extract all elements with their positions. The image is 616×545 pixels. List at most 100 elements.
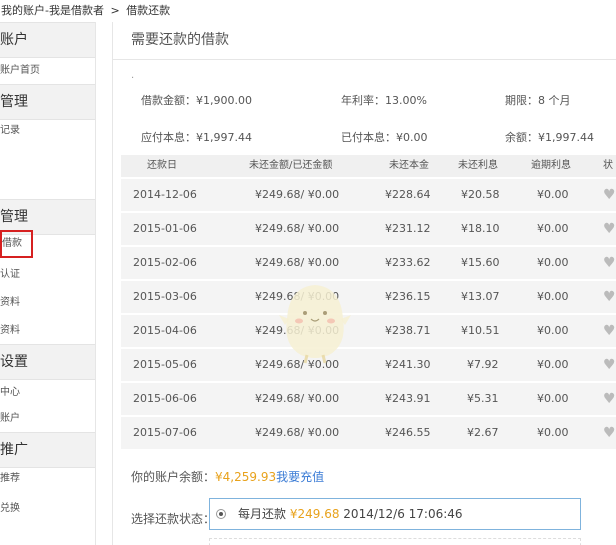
sidebar-item-referral[interactable]: 推荐 [0, 468, 95, 490]
breadcrumb-current: 借款还款 [126, 4, 171, 17]
cell-overdue: ¥0.00 [537, 392, 569, 405]
cell-date: 2015-01-06 [133, 222, 197, 235]
cell-date: 2015-07-06 [133, 426, 197, 439]
table-row: 2015-01-06 ¥249.68/ ¥0.00 ¥231.12 ¥18.10… [121, 213, 616, 245]
breadcrumb-separator: > [110, 4, 120, 17]
repayment-table-header: 还款日 未还金额/已还金额 未还本金 未还利息 逾期利息 状 [121, 155, 616, 177]
sidebar-section-manage-1[interactable]: 管理 [0, 84, 95, 120]
table-row: 2015-02-06 ¥249.68/ ¥0.00 ¥233.62 ¥15.60… [121, 247, 616, 279]
heart-icon[interactable]: ♥ [603, 358, 616, 372]
sidebar-section-account[interactable]: 账户 [0, 22, 95, 58]
cell-date: 2015-06-06 [133, 392, 197, 405]
cell-interest: ¥10.51 [461, 324, 500, 337]
cell-interest: ¥5.31 [467, 392, 499, 405]
heart-icon[interactable]: ♥ [603, 222, 616, 236]
cell-date: 2014-12-06 [133, 188, 197, 201]
main-panel: 需要还款的借款 . 借款金额：¥1,900.00 年利率：13.00% 期限：8… [112, 22, 616, 545]
sidebar-section-promotion[interactable]: 推广 [0, 432, 95, 468]
repay-option-label: 每月还款 [238, 507, 287, 521]
balance-label: 你的账户余额： [131, 470, 216, 484]
sidebar-item-exchange[interactable]: 兑换 [0, 498, 95, 520]
heart-icon[interactable]: ♥ [603, 256, 616, 270]
table-row: 2014-12-06 ¥249.68/ ¥0.00 ¥228.64 ¥20.58… [121, 179, 616, 211]
repay-status-label: 选择还款状态： [131, 512, 216, 526]
cell-date: 2015-03-06 [133, 290, 197, 303]
cell-principal: ¥241.30 [385, 358, 431, 371]
table-row: 2015-06-06 ¥249.68/ ¥0.00 ¥243.91 ¥5.31 … [121, 383, 616, 415]
cell-amount: ¥249.68/ ¥0.00 [255, 256, 340, 269]
cell-interest: ¥13.07 [461, 290, 500, 303]
cell-principal: ¥233.62 [385, 256, 431, 269]
dashed-box [209, 538, 581, 545]
cell-amount: ¥249.68/ ¥0.00 [255, 426, 340, 439]
cell-principal: ¥231.12 [385, 222, 431, 235]
cell-interest: ¥20.58 [461, 188, 500, 201]
th-status: 状 [603, 160, 613, 171]
table-row: 2015-07-06 ¥249.68/ ¥0.00 ¥246.55 ¥2.67 … [121, 417, 616, 449]
cell-principal: ¥238.71 [385, 324, 431, 337]
heart-icon[interactable]: ♥ [603, 426, 616, 440]
decor-dot: . [131, 70, 135, 81]
recharge-link[interactable]: 我要充值 [276, 470, 324, 484]
info-paid: 已付本息：¥0.00 [341, 131, 428, 144]
cell-interest: ¥15.60 [461, 256, 500, 269]
repay-option-datetime: 2014/12/6 17:06:46 [343, 507, 463, 521]
sidebar-item-profile-1[interactable]: 资料 [0, 292, 95, 314]
info-annual-rate: 年利率：13.00% [341, 94, 427, 107]
cell-date: 2015-04-06 [133, 324, 197, 337]
cell-amount: ¥249.68/ ¥0.00 [255, 358, 340, 371]
info-term: 期限：8 个月 [505, 94, 571, 107]
sidebar-item-loan-repay[interactable]: 借款 [0, 230, 33, 258]
cell-overdue: ¥0.00 [537, 256, 569, 269]
cell-overdue: ¥0.00 [537, 426, 569, 439]
sidebar: 账户 账户首页 管理 记录 管理 借款 认证 资料 资料 设置 中心 账户 推广… [0, 22, 96, 545]
th-unpaid-principal: 未还本金 [389, 160, 429, 171]
info-total-due: 应付本息：¥1,997.44 [141, 131, 252, 144]
sidebar-section-settings[interactable]: 设置 [0, 344, 95, 380]
cell-date: 2015-02-06 [133, 256, 197, 269]
heart-icon[interactable]: ♥ [603, 188, 616, 202]
cell-overdue: ¥0.00 [537, 358, 569, 371]
breadcrumb: 我的账户-我是借款者 > 借款还款 [0, 0, 616, 22]
cell-principal: ¥236.15 [385, 290, 431, 303]
cell-interest: ¥7.92 [467, 358, 499, 371]
th-due-date: 还款日 [147, 160, 177, 171]
cell-date: 2015-05-06 [133, 358, 197, 371]
th-unpaid-interest: 未还利息 [458, 160, 498, 171]
breadcrumb-parent[interactable]: 我的账户-我是借款者 [1, 4, 104, 17]
info-remaining: 余额：¥1,997.44 [505, 131, 594, 144]
cell-amount: ¥249.68/ ¥0.00 [255, 222, 340, 235]
cell-principal: ¥243.91 [385, 392, 431, 405]
repay-option-monthly[interactable]: 每月还款 ¥249.68 2014/12/6 17:06:46 [209, 498, 581, 530]
heart-icon[interactable]: ♥ [603, 324, 616, 338]
heart-icon[interactable]: ♥ [603, 290, 616, 304]
cell-amount: ¥249.68/ ¥0.00 [255, 290, 340, 303]
cell-overdue: ¥0.00 [537, 188, 569, 201]
repay-option-amount: ¥249.68 [289, 507, 340, 521]
account-balance: 你的账户余额：¥4,259.93我要充值 [131, 468, 324, 485]
sidebar-item-account-home[interactable]: 账户首页 [0, 60, 95, 82]
th-unpaid-paid: 未还金额/已还金额 [249, 160, 333, 171]
sidebar-item-verification[interactable]: 认证 [0, 264, 95, 286]
cell-overdue: ¥0.00 [537, 222, 569, 235]
sidebar-item-center[interactable]: 中心 [0, 382, 95, 404]
sidebar-item-records[interactable]: 记录 [0, 120, 95, 142]
th-overdue-interest: 逾期利息 [531, 160, 571, 171]
cell-interest: ¥18.10 [461, 222, 500, 235]
cell-amount: ¥249.68/ ¥0.00 [255, 324, 340, 337]
balance-amount: ¥4,259.93 [215, 470, 277, 484]
table-row: 2015-03-06 ¥249.68/ ¥0.00 ¥236.15 ¥13.07… [121, 281, 616, 313]
sidebar-item-account[interactable]: 账户 [0, 408, 95, 430]
radio-selected-icon[interactable] [216, 508, 226, 519]
cell-overdue: ¥0.00 [537, 290, 569, 303]
cell-amount: ¥249.68/ ¥0.00 [255, 392, 340, 405]
table-row: 2015-04-06 ¥249.68/ ¥0.00 ¥238.71 ¥10.51… [121, 315, 616, 347]
cell-amount: ¥249.68/ ¥0.00 [255, 188, 340, 201]
heart-icon[interactable]: ♥ [603, 392, 616, 406]
sidebar-item-profile-2[interactable]: 资料 [0, 320, 95, 342]
info-loan-amount: 借款金额：¥1,900.00 [141, 94, 252, 107]
cell-interest: ¥2.67 [467, 426, 499, 439]
table-row: 2015-05-06 ¥249.68/ ¥0.00 ¥241.30 ¥7.92 … [121, 349, 616, 381]
cell-overdue: ¥0.00 [537, 324, 569, 337]
cell-principal: ¥228.64 [385, 188, 431, 201]
